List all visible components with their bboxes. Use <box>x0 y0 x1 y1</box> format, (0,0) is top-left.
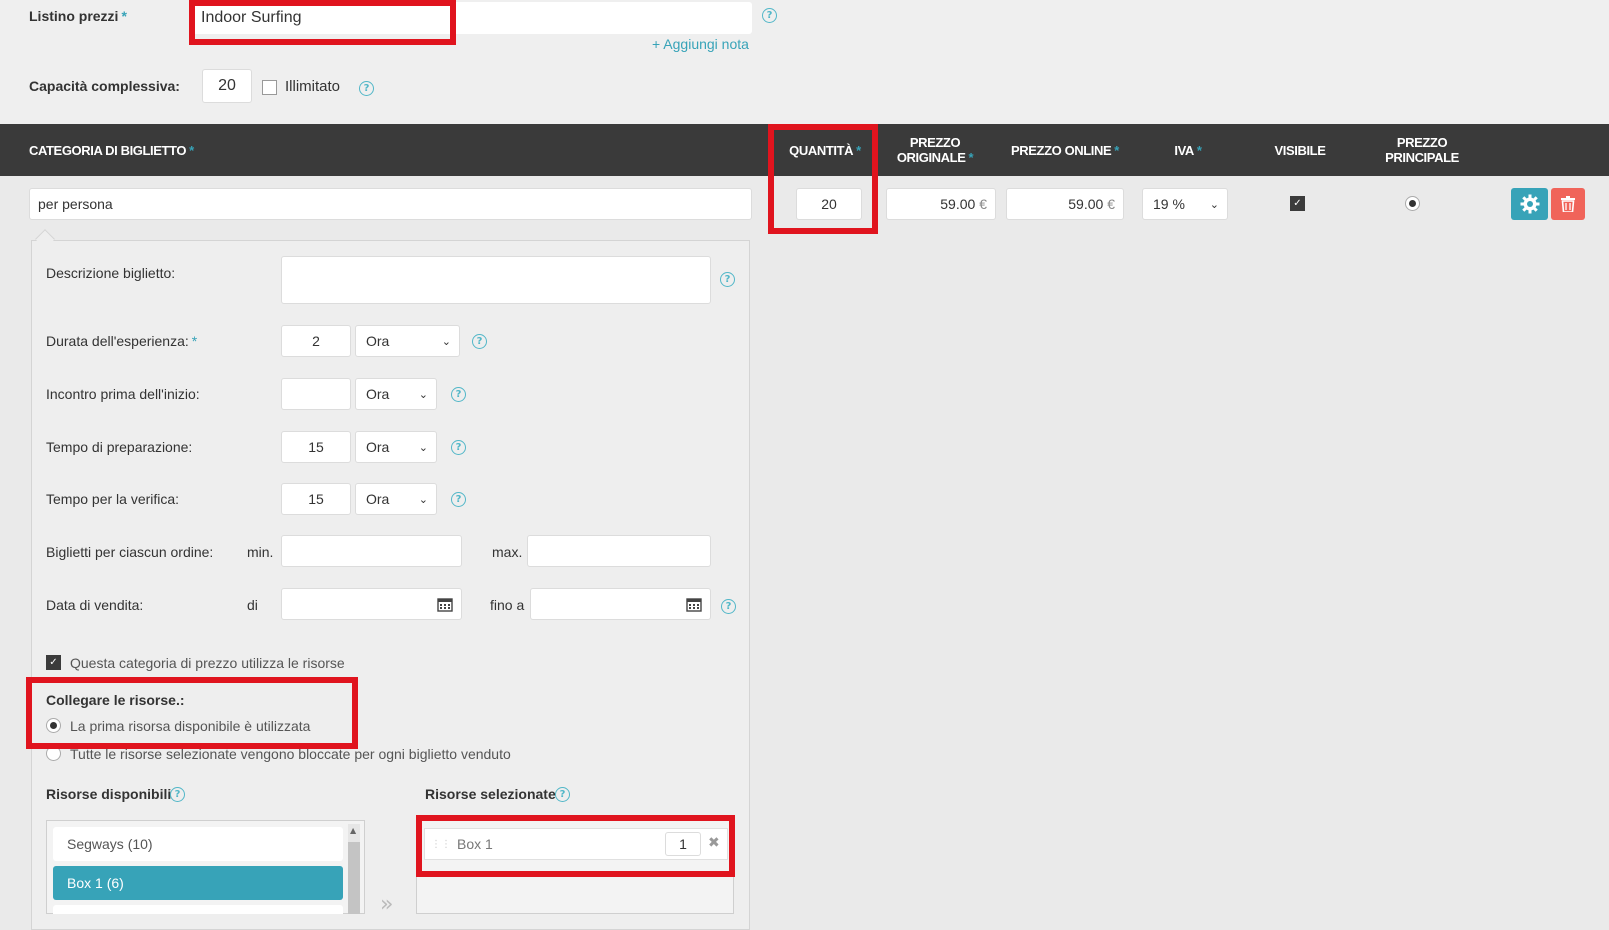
calendar-icon[interactable] <box>686 597 702 612</box>
to-label: fino a <box>490 597 525 613</box>
chevron-down-icon: ⌄ <box>418 387 428 401</box>
sale-date-to-input[interactable] <box>530 588 711 620</box>
header-online-price: PREZZO ONLINE * <box>1011 142 1119 158</box>
visible-checkbox[interactable]: ✓ <box>1290 196 1305 211</box>
highlight-link-resources <box>26 677 358 749</box>
scrollbar-thumb[interactable] <box>348 842 360 914</box>
category-input[interactable]: per persona <box>29 188 752 220</box>
available-resources-label: Risorse disponibili <box>46 786 172 802</box>
help-icon[interactable]: ? <box>555 787 570 802</box>
uses-resources-checkbox[interactable]: ✓ <box>46 655 61 670</box>
highlight-price-list <box>189 0 456 45</box>
meeting-input[interactable] <box>281 378 351 410</box>
min-tickets-input[interactable] <box>281 535 462 567</box>
help-icon[interactable]: ? <box>451 387 466 402</box>
calendar-icon[interactable] <box>437 597 453 612</box>
main-price-radio[interactable] <box>1405 196 1420 211</box>
duration-input[interactable]: 2 <box>281 325 351 357</box>
help-icon[interactable]: ? <box>472 334 487 349</box>
help-icon[interactable]: ? <box>451 492 466 507</box>
tickets-per-order-label: Biglietti per ciascun ordine: <box>46 544 214 560</box>
list-item[interactable] <box>53 905 343 914</box>
help-icon[interactable]: ? <box>451 440 466 455</box>
duration-label: Durata dell'esperienza: * <box>46 333 198 349</box>
description-label: Descrizione biglietto: <box>46 265 176 281</box>
price-list-label: Listino prezzi * <box>29 8 127 24</box>
capacity-input[interactable]: 20 <box>202 69 252 103</box>
help-icon[interactable]: ? <box>721 599 736 614</box>
min-label: min. <box>247 544 274 560</box>
uses-resources-label: Questa categoria di prezzo utilizza le r… <box>70 655 345 671</box>
header-category: CATEGORIA DI BIGLIETTO * <box>29 142 194 158</box>
list-item[interactable]: Segways (10) <box>53 827 343 861</box>
help-icon[interactable]: ? <box>720 272 735 287</box>
highlight-selected-resources <box>416 815 735 877</box>
original-price-input[interactable]: 59.00 € <box>886 188 996 220</box>
highlight-quantity <box>768 124 878 234</box>
prep-time-unit-select[interactable]: Ora ⌄ <box>355 431 437 463</box>
move-right-icon[interactable]: » <box>380 892 393 917</box>
vat-select[interactable]: 19 % ⌄ <box>1142 188 1228 220</box>
help-icon[interactable]: ? <box>170 787 185 802</box>
duration-unit-select[interactable]: Ora ⌄ <box>355 325 460 357</box>
max-tickets-input[interactable] <box>527 535 711 567</box>
sale-date-from-input[interactable] <box>281 588 462 620</box>
check-time-input[interactable]: 15 <box>281 483 351 515</box>
sale-date-label: Data di vendita: <box>46 597 144 613</box>
prep-time-input[interactable]: 15 <box>281 431 351 463</box>
help-icon[interactable]: ? <box>359 81 374 96</box>
check-time-unit-select[interactable]: Ora ⌄ <box>355 483 437 515</box>
max-label: max. <box>492 544 523 560</box>
chevron-down-icon: ⌄ <box>1209 197 1219 211</box>
description-textarea[interactable] <box>281 256 711 304</box>
help-icon[interactable]: ? <box>762 8 777 23</box>
selected-resources-label: Risorse selezionate <box>425 786 556 802</box>
online-price-input[interactable]: 59.00 € <box>1006 188 1124 220</box>
chevron-down-icon: ⌄ <box>418 492 428 506</box>
prep-time-label: Tempo di preparazione: <box>46 439 193 455</box>
capacity-label: Capacità complessiva: <box>29 78 180 94</box>
add-note-link[interactable]: + Aggiungi nota <box>652 36 749 52</box>
check-time-label: Tempo per la verifica: <box>46 491 180 507</box>
delete-button[interactable] <box>1551 188 1585 220</box>
scroll-up-icon[interactable]: ▲ <box>350 826 356 835</box>
header-visible: VISIBILE <box>1274 142 1326 158</box>
unlimited-label: Illimitato <box>285 78 341 95</box>
settings-button[interactable] <box>1511 188 1548 220</box>
header-vat: IVA * <box>1174 142 1202 158</box>
header-original-price: PREZZO ORIGINALE * <box>896 135 974 165</box>
gear-icon <box>1520 194 1539 214</box>
meeting-label: Incontro prima dell'inizio: <box>46 386 200 402</box>
from-label: di <box>247 597 258 613</box>
chevron-down-icon: ⌄ <box>441 334 451 348</box>
list-item[interactable]: Box 1 (6) <box>53 866 343 900</box>
meeting-unit-select[interactable]: Ora ⌄ <box>355 378 437 410</box>
header-main-price: PREZZO PRINCIPALE <box>1385 135 1459 165</box>
trash-icon <box>1561 196 1575 212</box>
unlimited-checkbox[interactable] <box>262 80 277 95</box>
chevron-down-icon: ⌄ <box>418 440 428 454</box>
